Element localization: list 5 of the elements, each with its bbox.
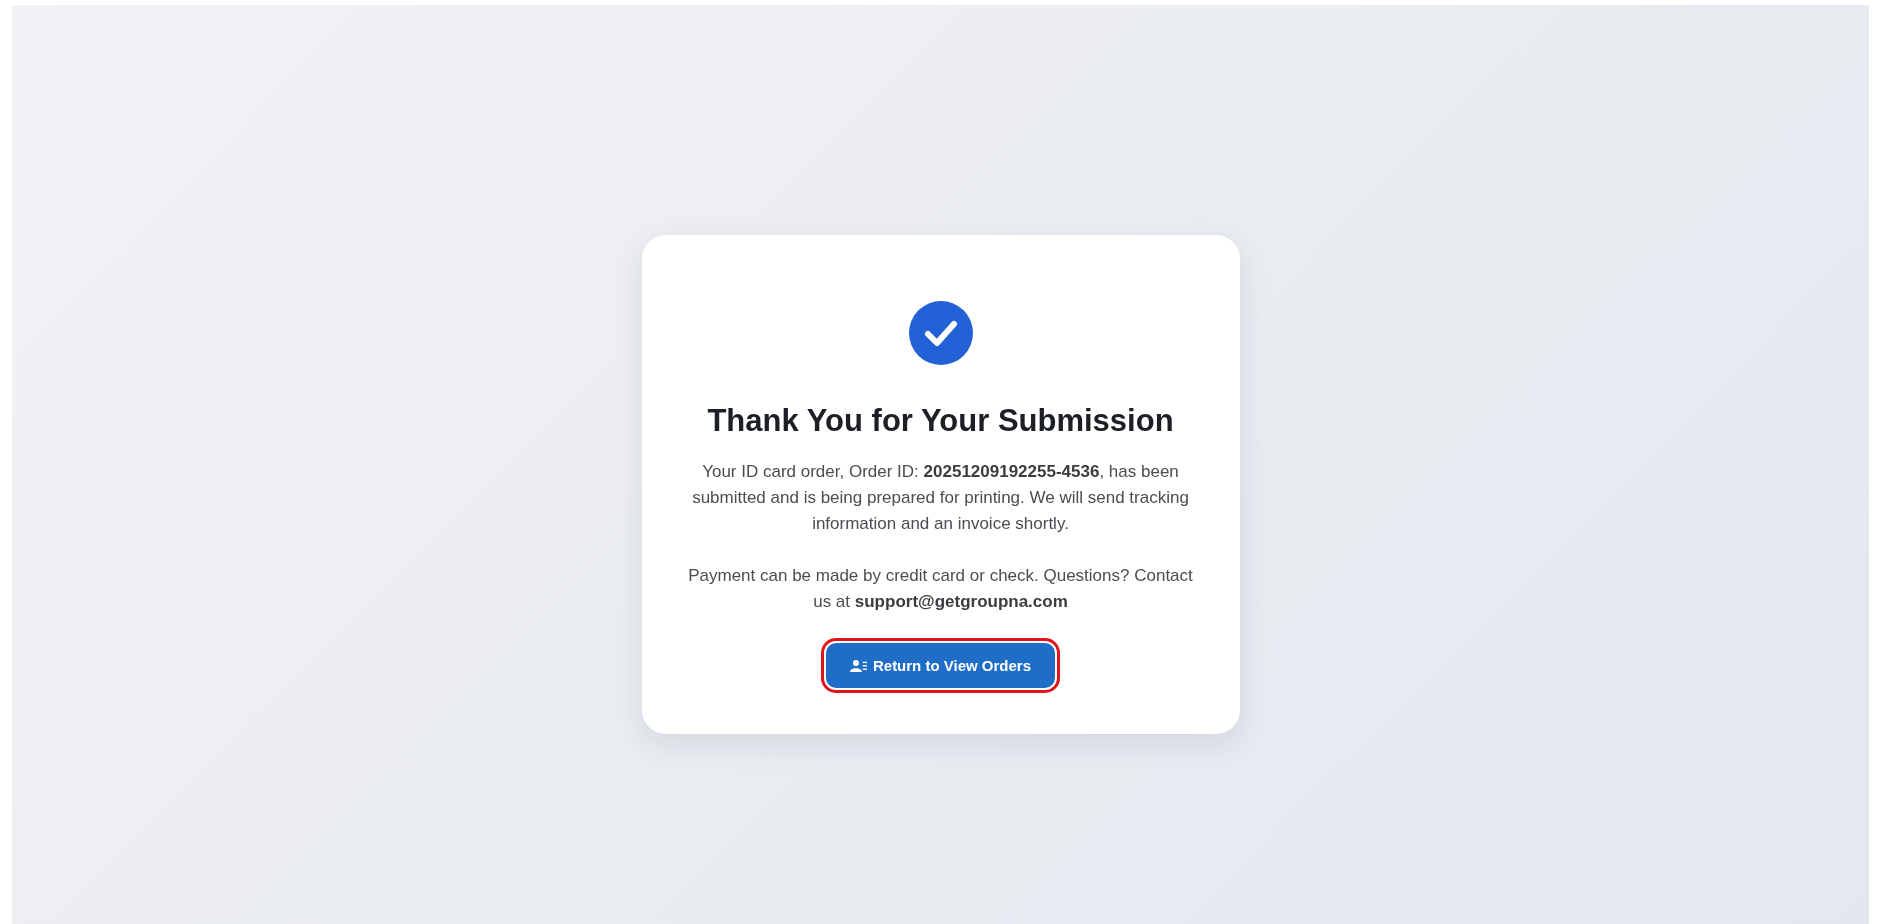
message-text: Payment can be made by credit card or check. Questions? Contact us at support@getgroupna.com [688, 565, 1193, 613]
check-circle-icon [908, 301, 973, 365]
heading: Thank You for Your Submission [707, 403, 1174, 439]
message-text: Your ID card order, Order ID: 20251209192255-4536, has been submitted and is being prepared for printing. We will send tracking information and an invoice shortly. [691, 461, 1190, 535]
user-list-icon [849, 658, 867, 673]
